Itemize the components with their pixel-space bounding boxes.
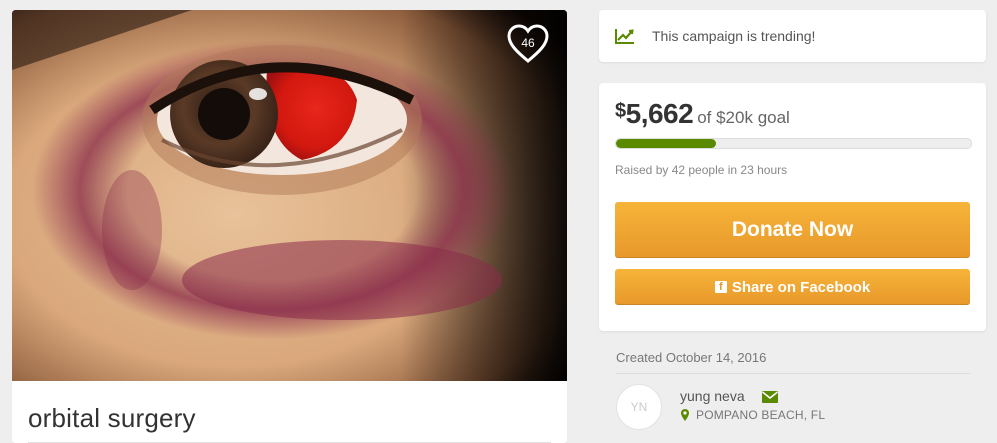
organizer-avatar[interactable]: YN xyxy=(616,384,662,430)
campaign-photo-image xyxy=(12,10,567,381)
raised-value: 5,662 xyxy=(625,98,694,129)
mail-icon[interactable] xyxy=(762,390,778,408)
funding-progress-fill xyxy=(616,139,717,148)
heart-count: 46 xyxy=(521,36,535,50)
share-button-label: Share on Facebook xyxy=(731,278,871,296)
favorite-heart-button[interactable]: 46 xyxy=(506,23,550,65)
goal-text: of $20k goal xyxy=(697,108,790,127)
organizer-divider xyxy=(616,373,971,374)
created-date: Created October 14, 2016 xyxy=(616,350,767,365)
funding-panel: $5,662 of $20k goal Raised by 42 people i… xyxy=(599,83,986,331)
campaign-photo[interactable]: 46 xyxy=(12,10,567,381)
facebook-icon: f xyxy=(714,281,727,293)
raised-amount: $5,662 xyxy=(615,98,694,129)
trending-banner: This campaign is trending! xyxy=(599,10,986,62)
organizer-name[interactable]: yung neva xyxy=(680,388,745,404)
donate-now-button[interactable]: Donate Now xyxy=(615,202,970,258)
campaign-media-card: 46 orbital surgery xyxy=(12,10,567,443)
trending-text: This campaign is trending! xyxy=(652,28,816,44)
raised-summary: $5,662 of $20k goal xyxy=(615,98,790,130)
campaign-title: orbital surgery xyxy=(28,403,196,433)
currency-symbol: $ xyxy=(615,100,626,122)
campaign-title-bar: orbital surgery xyxy=(12,381,567,443)
organizer-location: POMPANO BEACH, FL xyxy=(696,408,826,422)
location-pin-icon xyxy=(681,408,689,426)
raised-by-text: Raised by 42 people in 23 hours xyxy=(615,163,788,177)
trend-chart-icon xyxy=(615,28,635,49)
share-on-facebook-button[interactable]: f Share on Facebook xyxy=(615,269,970,305)
funding-progress-bar xyxy=(615,138,972,149)
